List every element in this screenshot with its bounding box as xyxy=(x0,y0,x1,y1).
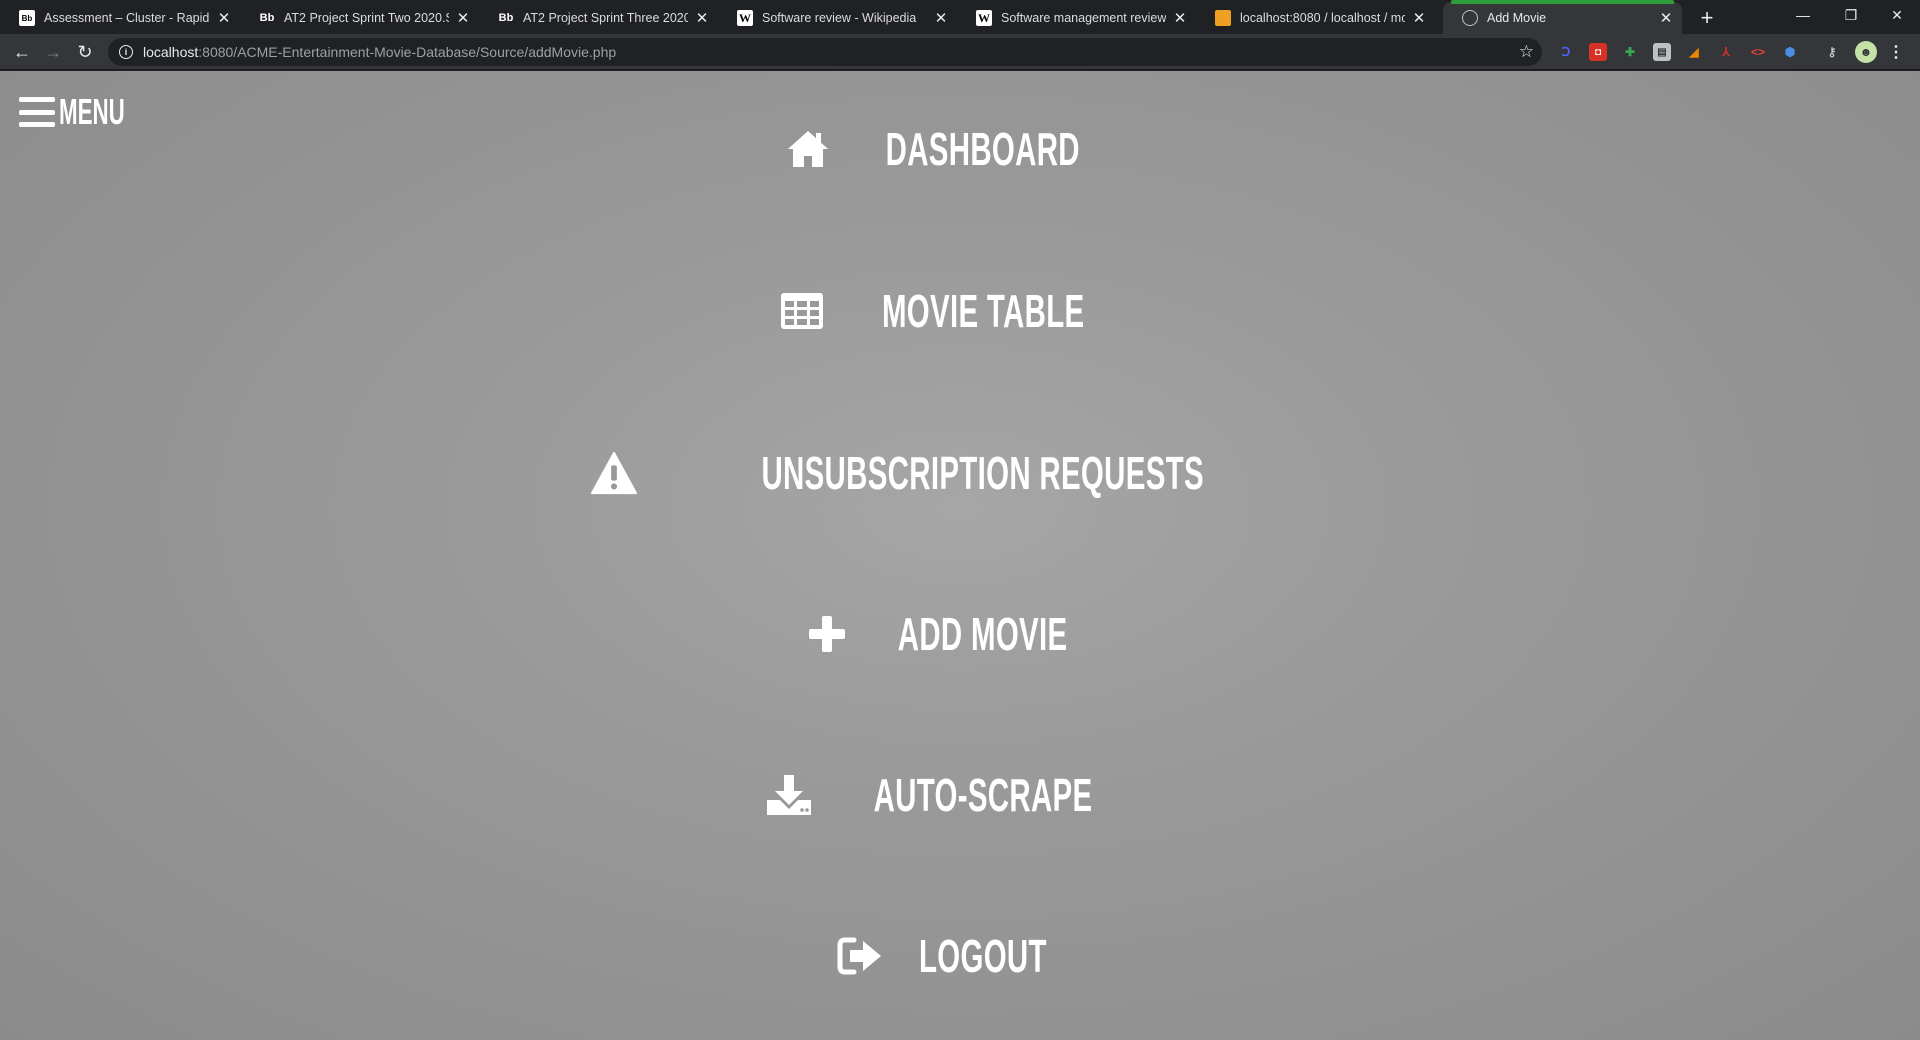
close-icon[interactable]: ✕ xyxy=(933,10,949,27)
key-icon[interactable]: ⚷ xyxy=(1823,43,1841,61)
close-icon[interactable]: ✕ xyxy=(455,10,471,27)
tab-phpmyadmin[interactable]: localhost:8080 / localhost / movi ✕ xyxy=(1196,2,1435,34)
extension-icon[interactable]: ✚ xyxy=(1621,43,1639,61)
nav-item-auto-scrape[interactable]: AUTO-SCRAPE xyxy=(0,765,1920,825)
nav-item-movie-table[interactable]: MOVIE TABLE xyxy=(0,281,1920,341)
tab-assessment[interactable]: Bb Assessment – Cluster - Rapid Ap ✕ xyxy=(0,2,240,34)
nav-item-logout[interactable]: LOGOUT xyxy=(0,926,1920,986)
url-host: localhost xyxy=(143,44,199,60)
nav-item-unsubscription-requests[interactable]: UNSUBSCRIPTION REQUESTS xyxy=(0,443,1920,503)
info-icon[interactable]: i xyxy=(119,45,133,59)
tab-title: AT2 Project Sprint Three 2020.S1 xyxy=(523,11,688,25)
tab-software-review[interactable]: W Software review - Wikipedia ✕ xyxy=(718,2,957,34)
nav-item-label: ADD MOVIE xyxy=(898,608,1068,660)
close-icon[interactable]: ✕ xyxy=(1658,10,1674,27)
tab-title: localhost:8080 / localhost / movi xyxy=(1240,11,1405,25)
nav-item-label: LOGOUT xyxy=(919,930,1047,982)
tab-sprint-two[interactable]: Bb AT2 Project Sprint Two 2020.S1.v ✕ xyxy=(240,2,479,34)
restore-button[interactable]: ❐ xyxy=(1828,0,1874,30)
nav-item-label: MOVIE TABLE xyxy=(881,285,1085,337)
tab-title: AT2 Project Sprint Two 2020.S1.v xyxy=(284,11,449,25)
tab-title: Add Movie xyxy=(1487,11,1547,25)
tab-title: Software management review - V xyxy=(1001,11,1166,25)
avatar[interactable]: ☻ xyxy=(1855,41,1877,63)
nav-item-add-movie[interactable]: ADD MOVIE xyxy=(0,604,1920,664)
bookmark-star-icon[interactable]: ☆ xyxy=(1519,42,1534,62)
nav-item-label: AUTO-SCRAPE xyxy=(873,769,1093,821)
table-icon xyxy=(779,289,825,333)
close-icon[interactable]: ✕ xyxy=(1172,10,1188,27)
browser-toolbar: ← → ↻ i localhost:8080/ACME-Entertainmen… xyxy=(0,34,1920,70)
forward-button[interactable]: → xyxy=(41,40,65,64)
back-button[interactable]: ← xyxy=(10,40,34,64)
reload-button[interactable]: ↻ xyxy=(73,40,97,64)
phpmyadmin-icon xyxy=(1215,10,1231,26)
wikipedia-icon: W xyxy=(737,10,753,26)
tab-sprint-three[interactable]: Bb AT2 Project Sprint Three 2020.S1 ✕ xyxy=(479,2,718,34)
close-icon[interactable]: ✕ xyxy=(694,10,710,27)
tab-title: Software review - Wikipedia xyxy=(762,11,917,25)
globe-icon xyxy=(1462,10,1478,26)
tab-title: Assessment – Cluster - Rapid Ap xyxy=(44,11,210,25)
close-icon[interactable]: ✕ xyxy=(216,10,232,27)
close-icon[interactable]: ✕ xyxy=(1411,10,1427,27)
sign-out-icon xyxy=(837,934,883,978)
url-path: :8080/ACME-Entertainment-Movie-Database/… xyxy=(198,44,617,60)
nav-item-dashboard[interactable]: DASHBOARD xyxy=(0,119,1920,179)
close-window-button[interactable]: ✕ xyxy=(1874,0,1920,30)
tab-software-management-review[interactable]: W Software management review - V ✕ xyxy=(957,2,1196,34)
wikipedia-icon: W xyxy=(976,10,992,26)
blackboard-icon: Bb xyxy=(19,10,35,26)
extension-icon[interactable]: <> xyxy=(1749,43,1767,61)
tab-strip: Bb Assessment – Cluster - Rapid Ap ✕ Bb … xyxy=(0,0,1920,34)
extension-icon[interactable]: ⬢ xyxy=(1781,43,1799,61)
warning-icon xyxy=(591,451,638,495)
extension-icon[interactable]: ▤ xyxy=(1653,43,1671,61)
nav-item-label: DASHBOARD xyxy=(885,123,1081,175)
browser-menu-icon[interactable]: ⋮ xyxy=(1887,43,1905,61)
new-tab-button[interactable]: + xyxy=(1695,5,1719,30)
minimize-button[interactable]: — xyxy=(1780,0,1826,30)
extension-icon[interactable]: ◘ xyxy=(1589,43,1607,61)
address-bar[interactable]: i localhost:8080/ACME-Entertainment-Movi… xyxy=(108,38,1542,66)
nav-item-label: UNSUBSCRIPTION REQUESTS xyxy=(761,447,1205,499)
extension-icon[interactable]: ⅄ xyxy=(1717,43,1735,61)
extension-icon[interactable]: ◢ xyxy=(1685,43,1703,61)
page-content: MENU DASHBOARD MOVIE TABLE UNSUBSCRIPTIO… xyxy=(0,71,1920,1040)
plus-icon xyxy=(804,612,850,656)
blackboard-icon: Bb xyxy=(498,12,514,24)
home-icon xyxy=(785,127,831,171)
extension-icon[interactable]: Ↄ xyxy=(1557,43,1575,61)
url-text: localhost:8080/ACME-Entertainment-Movie-… xyxy=(143,44,616,60)
nav-menu: DASHBOARD MOVIE TABLE UNSUBSCRIPTION REQ… xyxy=(0,71,1920,1040)
tab-add-movie[interactable]: Add Movie ✕ xyxy=(1443,0,1682,34)
download-icon xyxy=(766,773,812,817)
blackboard-icon: Bb xyxy=(259,12,275,24)
